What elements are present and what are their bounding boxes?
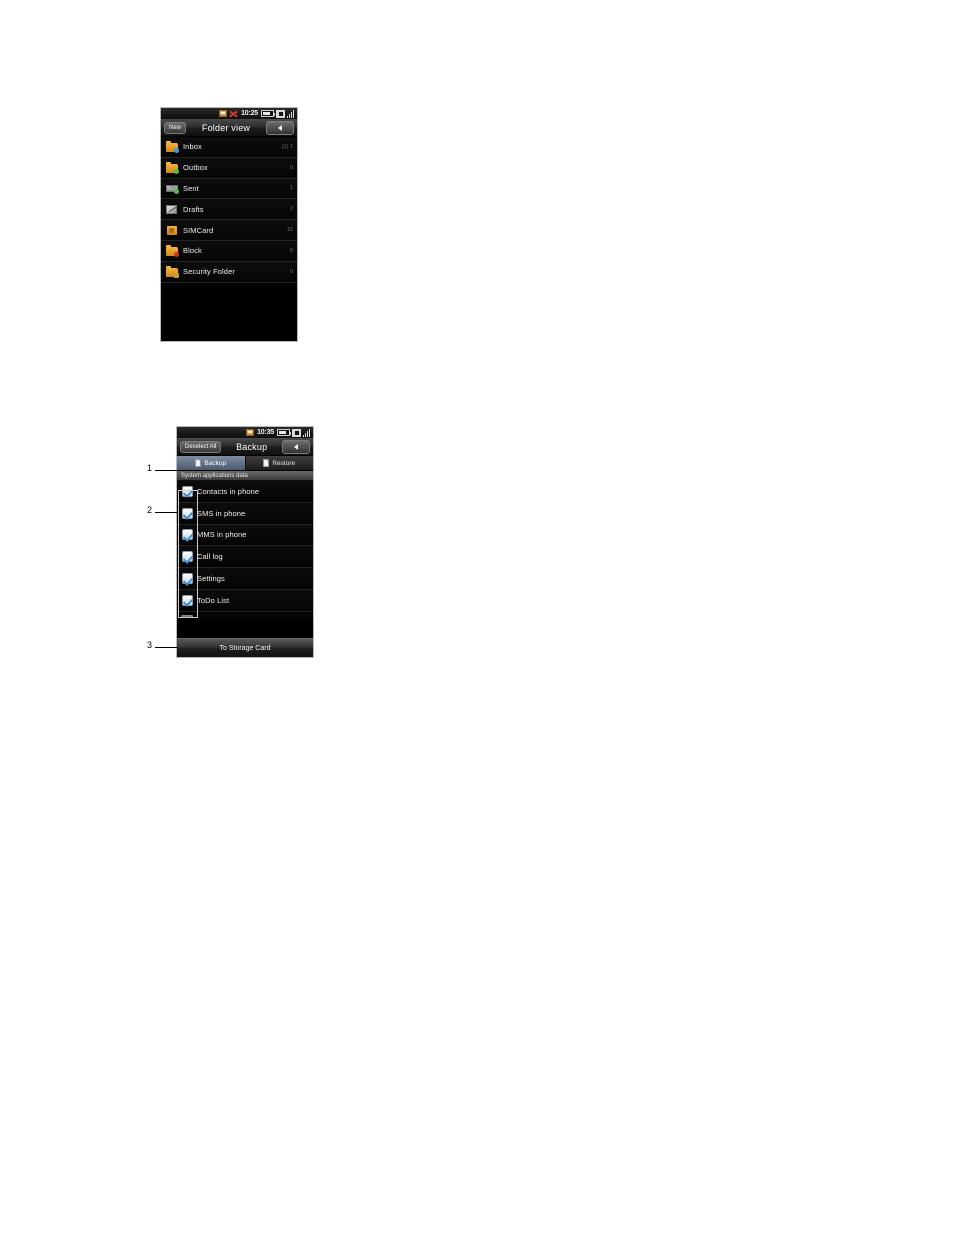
list-item-label: Contacts in phone bbox=[197, 486, 260, 496]
battery-icon bbox=[261, 110, 275, 117]
section-header: System applications data bbox=[177, 471, 313, 481]
square-indicator-icon bbox=[292, 428, 301, 437]
back-arrow-icon[interactable] bbox=[282, 439, 310, 454]
to-storage-card-button[interactable]: To Storage Card bbox=[177, 638, 313, 657]
callout-number-1: 1 bbox=[147, 463, 153, 473]
new-button[interactable]: New bbox=[164, 121, 187, 134]
folder-count: (1) 1 bbox=[281, 143, 293, 150]
folder-outbox-icon bbox=[166, 161, 179, 174]
signal-bars-icon bbox=[287, 109, 294, 118]
status-bar: 10:25 bbox=[161, 108, 297, 119]
callout-leader-3 bbox=[155, 647, 178, 648]
page-title: Backup bbox=[236, 441, 268, 452]
status-bar: 10:35 bbox=[177, 427, 313, 438]
backup-item-list: Contacts in phone SMS in phone MMS in ph… bbox=[177, 481, 313, 618]
folder-count: 1 bbox=[289, 185, 293, 192]
list-item[interactable]: Block 0 bbox=[161, 240, 297, 262]
folder-label: Block bbox=[183, 246, 202, 256]
list-item[interactable]: Drafts 2 bbox=[161, 199, 297, 221]
battery-icon bbox=[277, 429, 291, 436]
folder-list: Inbox (1) 1 Outbox 0 Sent 1 Drafts 2 SIM… bbox=[161, 137, 297, 283]
folder-count: 0 bbox=[289, 247, 293, 254]
list-item-label: SMS in phone bbox=[197, 508, 246, 518]
folder-count: 0 bbox=[289, 268, 293, 275]
square-indicator-icon bbox=[276, 109, 285, 118]
checkbox[interactable] bbox=[182, 485, 193, 497]
checkbox[interactable] bbox=[182, 573, 193, 585]
list-item[interactable]: SMS in phone bbox=[177, 502, 313, 525]
status-time: 10:35 bbox=[257, 429, 274, 436]
sd-card-icon bbox=[246, 429, 255, 436]
folder-label: SIMCard bbox=[183, 225, 214, 235]
deselect-all-button[interactable]: Deselect All bbox=[180, 440, 222, 453]
callout-number-3: 3 bbox=[147, 640, 153, 650]
page-title: Folder view bbox=[201, 122, 251, 133]
list-item[interactable]: SIMCard 15 bbox=[161, 220, 297, 241]
list-item[interactable]: Security Folder 0 bbox=[161, 261, 297, 283]
status-time: 10:25 bbox=[241, 110, 258, 117]
tab-restore[interactable]: Restore bbox=[246, 456, 314, 470]
folder-label: Inbox bbox=[183, 142, 202, 152]
list-item[interactable]: Inbox (1) 1 bbox=[161, 137, 297, 158]
checkbox[interactable] bbox=[182, 529, 193, 541]
back-arrow-icon[interactable] bbox=[266, 120, 294, 135]
list-item[interactable]: Contacts in phone bbox=[177, 481, 313, 503]
mute-icon bbox=[229, 110, 238, 118]
folder-security-icon bbox=[166, 265, 179, 278]
list-item-label: Settings bbox=[197, 574, 225, 584]
list-item-label: Call log bbox=[197, 552, 223, 562]
signal-bars-icon bbox=[303, 428, 310, 437]
folder-label: Sent bbox=[183, 183, 199, 193]
phone-screenshot-backup: 10:35 Deselect All Backup Backup Restore… bbox=[176, 426, 314, 658]
list-item[interactable]: Outbox 0 bbox=[161, 157, 297, 179]
folder-block-icon bbox=[166, 244, 179, 257]
tab-backup[interactable]: Backup bbox=[177, 456, 246, 470]
checkbox[interactable] bbox=[182, 507, 193, 519]
list-item-label: ToDo List bbox=[197, 595, 230, 605]
callout-leader-1 bbox=[155, 470, 178, 471]
folder-count: 0 bbox=[289, 164, 293, 171]
folder-label: Security Folder bbox=[183, 267, 235, 277]
list-item-label: MMS in phone bbox=[197, 530, 247, 540]
tabs-row: Backup Restore bbox=[177, 456, 313, 471]
document-icon bbox=[263, 459, 270, 467]
checkbox[interactable] bbox=[182, 551, 193, 563]
pencil-draft-icon bbox=[166, 204, 178, 215]
folder-count: 2 bbox=[289, 206, 293, 213]
callout-leader-2 bbox=[155, 512, 178, 513]
list-item[interactable]: Sent 1 bbox=[161, 178, 297, 200]
phone-screenshot-folder-view: 10:25 New Folder view Inbox (1) 1 Outbox… bbox=[160, 107, 298, 342]
folder-inbox-icon bbox=[166, 140, 179, 153]
title-bar: Deselect All Backup bbox=[177, 438, 313, 456]
sim-card-icon bbox=[166, 225, 178, 236]
checkbox[interactable] bbox=[182, 594, 193, 606]
sd-card-icon bbox=[219, 110, 228, 117]
folder-label: Drafts bbox=[183, 204, 204, 214]
list-item[interactable]: MMS in phone bbox=[177, 524, 313, 547]
envelope-sent-icon bbox=[166, 183, 179, 195]
tab-label: Backup bbox=[204, 459, 227, 467]
tab-label: Restore bbox=[272, 459, 296, 467]
title-bar: New Folder view bbox=[161, 119, 297, 137]
folder-label: Outbox bbox=[183, 163, 208, 173]
callout-number-2: 2 bbox=[147, 505, 153, 515]
list-item[interactable]: Settings bbox=[177, 568, 313, 590]
scroll-handle[interactable] bbox=[181, 614, 193, 618]
list-item[interactable]: ToDo List bbox=[177, 589, 313, 612]
document-icon bbox=[195, 459, 202, 467]
folder-count: 15 bbox=[286, 227, 293, 234]
list-item[interactable]: Call log bbox=[177, 546, 313, 569]
